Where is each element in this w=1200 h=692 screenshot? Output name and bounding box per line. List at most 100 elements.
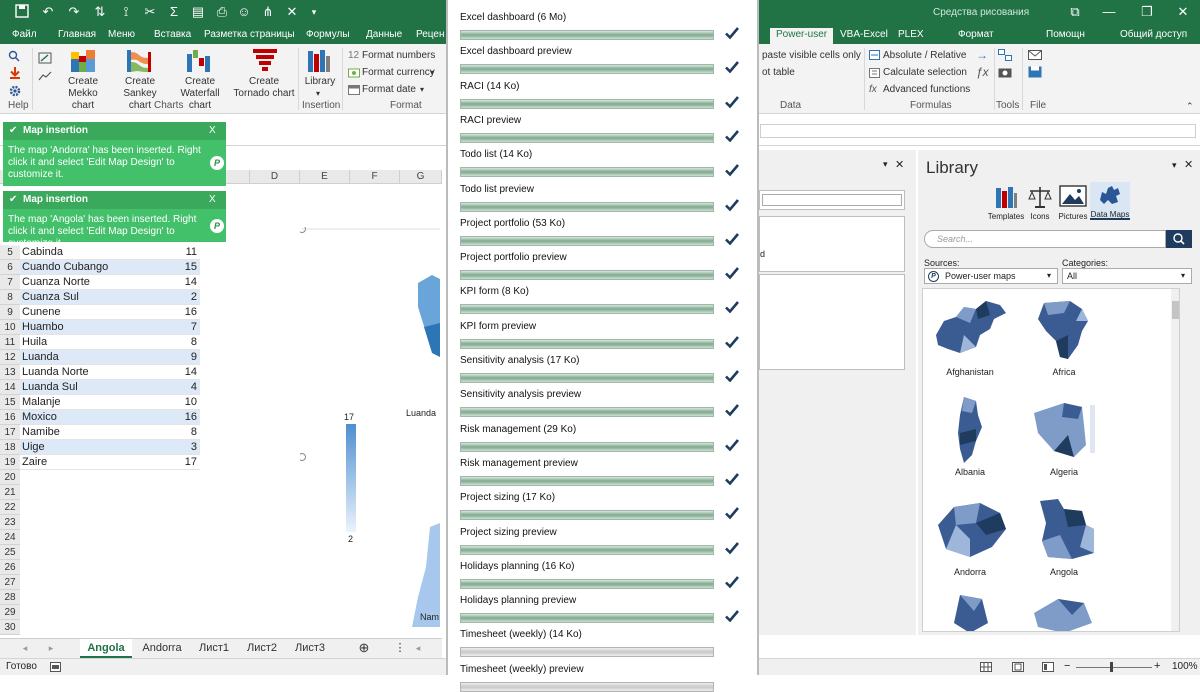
map-tile-andorra[interactable]: Andorra	[929, 495, 1011, 577]
chart-line-icon[interactable]	[38, 70, 52, 82]
tab-menu[interactable]: Меню	[108, 28, 135, 44]
share-icon[interactable]: ⋔	[260, 4, 276, 20]
ribbon-display-icon[interactable]: ⧉	[1064, 3, 1086, 21]
cell-region-value[interactable]	[162, 590, 199, 605]
cell-region-name[interactable]	[22, 485, 162, 500]
map-object[interactable]	[298, 225, 440, 627]
sheet-tab-list3[interactable]: Лист3	[288, 639, 332, 658]
cell-region-name[interactable]	[22, 500, 162, 515]
cell-region-value[interactable]	[162, 620, 199, 635]
zoom-out-icon[interactable]: −	[1064, 660, 1070, 672]
share-button[interactable]: Общий доступ	[1120, 28, 1187, 44]
nav-data-maps[interactable]: Data Maps	[1090, 182, 1130, 220]
tab-tell-me[interactable]: Помощн	[1046, 28, 1085, 44]
tab-home[interactable]: Главная	[58, 28, 96, 44]
library-search-input[interactable]: Search...	[924, 230, 1166, 248]
gallery-scrollbar-thumb[interactable]	[1172, 301, 1179, 319]
sum-icon[interactable]: Σ	[166, 4, 182, 20]
pane-dropdown-icon[interactable]: ▾	[883, 159, 888, 170]
row-header[interactable]: 28	[0, 590, 20, 605]
map-tile-angola[interactable]: Angola	[1023, 495, 1105, 577]
row-header[interactable]: 11	[0, 335, 20, 350]
zoom-level[interactable]: 100%	[1172, 661, 1198, 672]
tab-insert[interactable]: Вставка	[154, 28, 191, 44]
filter-icon[interactable]: ⟟	[118, 4, 134, 20]
pane-input-box[interactable]	[759, 190, 905, 210]
undo-icon[interactable]: ↶	[40, 4, 56, 20]
cell-region-name[interactable]	[22, 560, 162, 575]
sources-select[interactable]: P Power-user maps ▾	[924, 268, 1058, 284]
cell-region-name[interactable]: Cunene	[22, 305, 162, 320]
library-hscrollbar[interactable]	[922, 642, 1180, 650]
nav-icons[interactable]: Icons	[1024, 184, 1056, 221]
toast-close-button[interactable]: X	[209, 125, 216, 136]
cell-region-value[interactable]: 8	[162, 335, 199, 350]
column-header-g[interactable]: G	[400, 170, 442, 184]
fx-icon[interactable]: ƒx	[976, 66, 989, 78]
cell-region-value[interactable]: 16	[162, 410, 199, 425]
row-header[interactable]: 10	[0, 320, 20, 335]
tab-power-user[interactable]: Power-user	[770, 28, 834, 44]
arrow-right-icon[interactable]: →	[976, 49, 988, 61]
maximize-button[interactable]: ❐	[1136, 3, 1158, 21]
tab-review[interactable]: Рецен	[416, 28, 445, 44]
search-small-icon[interactable]	[8, 50, 22, 62]
pane-input[interactable]	[762, 194, 902, 206]
waterfall-chart-icon[interactable]	[186, 48, 212, 74]
format-numbers-button[interactable]: Format numbers	[362, 50, 435, 62]
row-header[interactable]: 30	[0, 620, 20, 635]
tab-format[interactable]: Формат	[958, 28, 994, 44]
library-dropdown-icon[interactable]: ▾	[1172, 160, 1177, 171]
file-save-icon[interactable]	[1028, 66, 1042, 78]
cell-region-name[interactable]	[22, 605, 162, 620]
tab-plex[interactable]: PLEX	[898, 28, 924, 44]
row-header[interactable]: 26	[0, 560, 20, 575]
cell-region-name[interactable]: Cuando Cubango	[22, 260, 162, 275]
pane-close-icon[interactable]: ✕	[895, 158, 904, 171]
row-header[interactable]: 24	[0, 530, 20, 545]
row-header[interactable]: 12	[0, 350, 20, 365]
camera-icon[interactable]	[998, 66, 1012, 78]
pivot-table-button[interactable]: ot table	[762, 67, 795, 79]
row-header[interactable]: 13	[0, 365, 20, 380]
row-header[interactable]: 8	[0, 290, 20, 305]
column-header-e[interactable]: E	[300, 170, 350, 184]
add-sheet-icon[interactable]: ⊕	[356, 639, 372, 658]
macro-record-icon[interactable]	[50, 662, 61, 672]
date-dropdown-icon[interactable]: ▾	[420, 84, 424, 96]
page-layout-view-icon[interactable]	[1012, 662, 1024, 672]
row-header[interactable]: 18	[0, 440, 20, 455]
form-icon[interactable]: ▤	[190, 4, 206, 20]
categories-select[interactable]: All ▾	[1062, 268, 1192, 284]
cell-region-name[interactable]: Cuanza Norte	[22, 275, 162, 290]
row-header[interactable]: 17	[0, 425, 20, 440]
toast-close-button[interactable]: X	[209, 194, 216, 205]
nav-templates[interactable]: Templates	[986, 184, 1026, 221]
cell-region-name[interactable]	[22, 470, 162, 485]
cell-region-name[interactable]: Luanda Norte	[22, 365, 162, 380]
row-header[interactable]: 23	[0, 515, 20, 530]
map-tile-africa[interactable]: Africa	[1023, 295, 1105, 377]
row-header[interactable]: 15	[0, 395, 20, 410]
cell-region-value[interactable]: 10	[162, 395, 199, 410]
tab-data[interactable]: Данные	[366, 28, 402, 44]
map-tile-algeria[interactable]: Algeria	[1023, 395, 1105, 477]
page-break-view-icon[interactable]	[1042, 662, 1054, 672]
column-header-f[interactable]: F	[350, 170, 400, 184]
row-header[interactable]: 9	[0, 305, 20, 320]
sources-dropdown-icon[interactable]: ▾	[1047, 271, 1051, 280]
cell-region-value[interactable]	[162, 560, 199, 575]
row-header[interactable]: 21	[0, 485, 20, 500]
row-header[interactable]: 22	[0, 500, 20, 515]
sheet-tab-list2[interactable]: Лист2	[240, 639, 284, 658]
redo-icon[interactable]: ↷	[66, 4, 82, 20]
cell-region-name[interactable]: Namibe	[22, 425, 162, 440]
row-header[interactable]: 25	[0, 545, 20, 560]
formula-input[interactable]	[760, 124, 1196, 138]
cell-region-name[interactable]	[22, 545, 162, 560]
cell-region-value[interactable]	[162, 575, 199, 590]
mekko-chart-button[interactable]: Create Mekko chart	[56, 76, 110, 112]
row-header[interactable]: 20	[0, 470, 20, 485]
row-header[interactable]: 16	[0, 410, 20, 425]
cell-region-value[interactable]: 8	[162, 425, 199, 440]
